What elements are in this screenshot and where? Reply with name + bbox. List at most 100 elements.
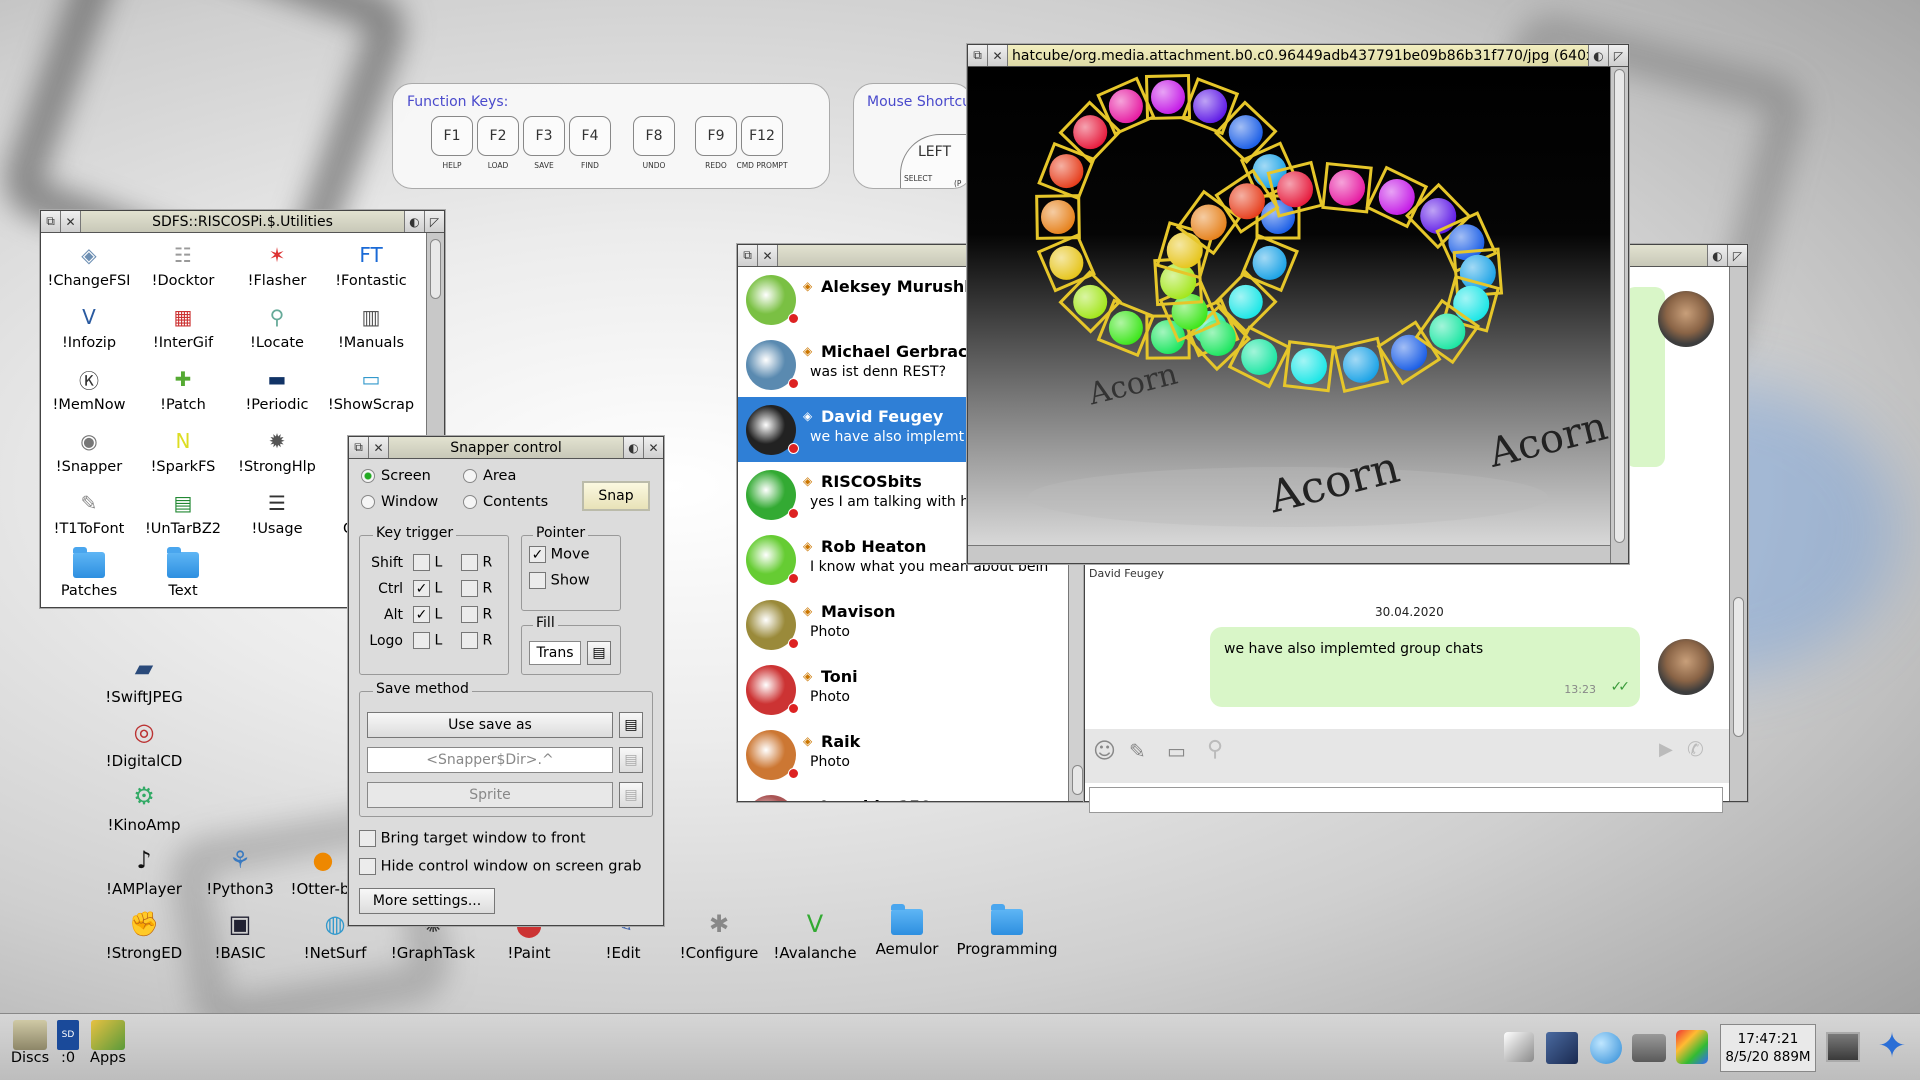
filer-item[interactable]: ▬ !Periodic bbox=[231, 363, 323, 413]
close-icon[interactable]: ✕ bbox=[758, 245, 778, 266]
hide-control-checkbox[interactable]: Hide control window on screen grab bbox=[359, 858, 642, 875]
use-save-as-button[interactable]: Use save as bbox=[367, 712, 613, 738]
save-as-menu-button[interactable]: ▤ bbox=[619, 712, 643, 738]
key-trigger-alt-l-checkbox[interactable]: ✓ L bbox=[413, 606, 442, 623]
filer-item[interactable]: ▦ !InterGif bbox=[137, 301, 229, 351]
radio-area[interactable]: Area bbox=[463, 468, 516, 484]
iconise-icon[interactable]: ◐ bbox=[404, 211, 424, 232]
filer-item[interactable]: Patches bbox=[43, 547, 135, 599]
filer-item[interactable]: ✹ !StrongHlp bbox=[231, 425, 323, 475]
toggle-size-icon[interactable]: ◸ bbox=[424, 211, 444, 232]
iconise-icon[interactable]: ◐ bbox=[1588, 45, 1608, 66]
filer-item[interactable]: ☷ !Docktor bbox=[137, 239, 229, 289]
filer-item[interactable]: ✶ !Flasher bbox=[231, 239, 323, 289]
filer-item[interactable]: ☰ !Usage bbox=[231, 487, 323, 537]
image-viewer-titlebar[interactable]: ⧉ ✕ hatcube/org.media.attachment.b0.c0.9… bbox=[968, 45, 1628, 67]
screen-icon[interactable]: ▭ bbox=[1167, 739, 1186, 763]
desktop-icon[interactable]: Aemulor bbox=[852, 904, 962, 958]
close-icon[interactable]: ✕ bbox=[988, 45, 1008, 66]
swiftjpeg-icon[interactable] bbox=[1546, 1032, 1578, 1064]
back-icon[interactable]: ⧉ bbox=[738, 245, 758, 266]
paint-icon[interactable] bbox=[1676, 1030, 1708, 1064]
radio-window[interactable]: Window bbox=[361, 494, 438, 510]
image-viewer-window[interactable]: ⧉ ✕ hatcube/org.media.attachment.b0.c0.9… bbox=[967, 44, 1629, 564]
save-path-field[interactable]: <Snapper$Dir>.^ bbox=[367, 747, 613, 773]
key-trigger-shift-r-checkbox[interactable]: R bbox=[461, 554, 492, 571]
riscos-task-manager-icon[interactable]: ✦ bbox=[1872, 1026, 1912, 1066]
toggle-size-icon[interactable]: ◸ bbox=[1608, 45, 1628, 66]
clock[interactable]: 17:47:21 8/5/20 889M bbox=[1720, 1024, 1816, 1072]
filer-item[interactable]: FT !Fontastic bbox=[325, 239, 417, 289]
chat-list-item[interactable]: ◈ Raik Photo bbox=[738, 722, 1068, 787]
key-trigger-shift-l-checkbox[interactable]: L bbox=[413, 554, 442, 571]
desktop-icon[interactable]: ✊ !StrongED bbox=[89, 906, 199, 962]
pointer-move-checkbox[interactable]: ✓ Move bbox=[529, 546, 590, 563]
filer-item[interactable]: ✎ !T1ToFont bbox=[43, 487, 135, 537]
key-trigger-ctrl-r-checkbox[interactable]: R bbox=[461, 580, 492, 597]
bring-front-checkbox[interactable]: Bring target window to front bbox=[359, 830, 586, 847]
desktop-icon[interactable]: ⚙ !KinoAmp bbox=[89, 778, 199, 834]
netsurf-icon[interactable] bbox=[1590, 1032, 1622, 1064]
iconise-icon[interactable]: ◐ bbox=[1707, 245, 1727, 266]
packman-icon[interactable] bbox=[1504, 1032, 1534, 1062]
key-trigger-alt-r-checkbox[interactable]: R bbox=[461, 606, 492, 623]
iconise-icon[interactable]: ◐ bbox=[623, 437, 643, 458]
radio-screen[interactable]: Screen bbox=[361, 468, 431, 484]
filer-item[interactable]: ▥ !Manuals bbox=[325, 301, 417, 351]
back-icon[interactable]: ⧉ bbox=[349, 437, 369, 458]
chat-list-item[interactable]: ◈ Toni Photo bbox=[738, 657, 1068, 722]
filer-item[interactable]: ◈ !ChangeFSI bbox=[43, 239, 135, 289]
chat-list-item[interactable]: ◈ Lenchi...150 bbox=[738, 787, 1068, 801]
key-trigger-logo-l-checkbox[interactable]: L bbox=[413, 632, 442, 649]
desktop-icon[interactable]: ♪ !AMPlayer bbox=[89, 842, 199, 898]
snapper-icon[interactable] bbox=[1632, 1034, 1666, 1062]
image-vscroll[interactable] bbox=[1610, 67, 1628, 563]
filer-item[interactable]: ▤ !UnTarBZ2 bbox=[137, 487, 229, 537]
fill-field[interactable]: Trans bbox=[529, 641, 581, 665]
close-icon[interactable]: ✕ bbox=[643, 437, 663, 458]
filer-item[interactable]: ✚ !Patch bbox=[137, 363, 229, 413]
filer-item[interactable]: N !SparkFS bbox=[137, 425, 229, 475]
filer-item[interactable]: ▭ !ShowScrap bbox=[325, 363, 417, 413]
location-icon[interactable]: ⚲ bbox=[1207, 737, 1223, 762]
image-hscroll[interactable] bbox=[968, 545, 1610, 563]
close-icon[interactable]: ✕ bbox=[61, 211, 81, 232]
attach-icon[interactable]: ✎ bbox=[1129, 739, 1146, 763]
path-menu-button[interactable]: ▤ bbox=[619, 747, 643, 773]
phone-icon[interactable]: ✆ bbox=[1687, 737, 1704, 761]
chat-list-item[interactable]: ◈ Mavison Photo bbox=[738, 592, 1068, 657]
more-settings-button[interactable]: More settings... bbox=[359, 888, 495, 914]
filer-item[interactable]: ⚲ !Locate bbox=[231, 301, 323, 351]
pointer-show-checkbox[interactable]: Show bbox=[529, 572, 590, 589]
filer-titlebar[interactable]: ⧉ ✕ SDFS::RISCOSPi.$.Utilities ◐ ◸ bbox=[41, 211, 444, 233]
close-icon[interactable]: ✕ bbox=[369, 437, 389, 458]
snap-button[interactable]: Snap bbox=[582, 481, 650, 511]
desktop-icon[interactable]: Programming bbox=[952, 904, 1062, 958]
chat-scrollbar[interactable] bbox=[1729, 267, 1747, 801]
video-call-icon[interactable]: ▶ bbox=[1659, 739, 1673, 760]
filer-item[interactable]: Ⓚ !MemNow bbox=[43, 363, 135, 414]
filer-item[interactable]: ◉ !Snapper bbox=[43, 425, 135, 475]
sprite-menu-button[interactable]: ▤ bbox=[619, 782, 643, 808]
back-icon[interactable]: ⧉ bbox=[41, 211, 61, 232]
emoji-icon[interactable]: ☺ bbox=[1093, 739, 1116, 764]
key-trigger-ctrl-l-checkbox[interactable]: ✓ L bbox=[413, 580, 442, 597]
message-input[interactable] bbox=[1089, 787, 1723, 813]
discs-icon[interactable]: Discs bbox=[8, 1020, 52, 1066]
desktop-icon[interactable]: ▣ !BASIC bbox=[185, 906, 295, 962]
snapper-control-window[interactable]: ⧉ ✕ Snapper control ◐ ✕ Screen Area Wind… bbox=[348, 436, 664, 926]
key-trigger-logo-r-checkbox[interactable]: R bbox=[461, 632, 492, 649]
fill-menu-button[interactable]: ▤ bbox=[587, 641, 611, 665]
desktop-icon[interactable]: ▰ !SwiftJPEG bbox=[89, 650, 199, 706]
radio-contents[interactable]: Contents bbox=[463, 494, 548, 510]
back-icon[interactable]: ⧉ bbox=[968, 45, 988, 66]
desktop-icon[interactable]: ✱ !Configure bbox=[664, 906, 774, 962]
sprite-field[interactable]: Sprite bbox=[367, 782, 613, 808]
snapper-titlebar[interactable]: ⧉ ✕ Snapper control ◐ ✕ bbox=[349, 437, 663, 459]
filer-item[interactable]: V !Infozip bbox=[43, 301, 135, 351]
filer-item[interactable]: Text bbox=[137, 547, 229, 599]
ramdisc-icon[interactable]: SD :0 bbox=[54, 1020, 82, 1066]
desktop-icon[interactable]: ◎ !DigitalCD bbox=[89, 714, 199, 770]
apps-icon[interactable]: Apps bbox=[88, 1020, 128, 1066]
display-manager-icon[interactable] bbox=[1826, 1032, 1860, 1062]
